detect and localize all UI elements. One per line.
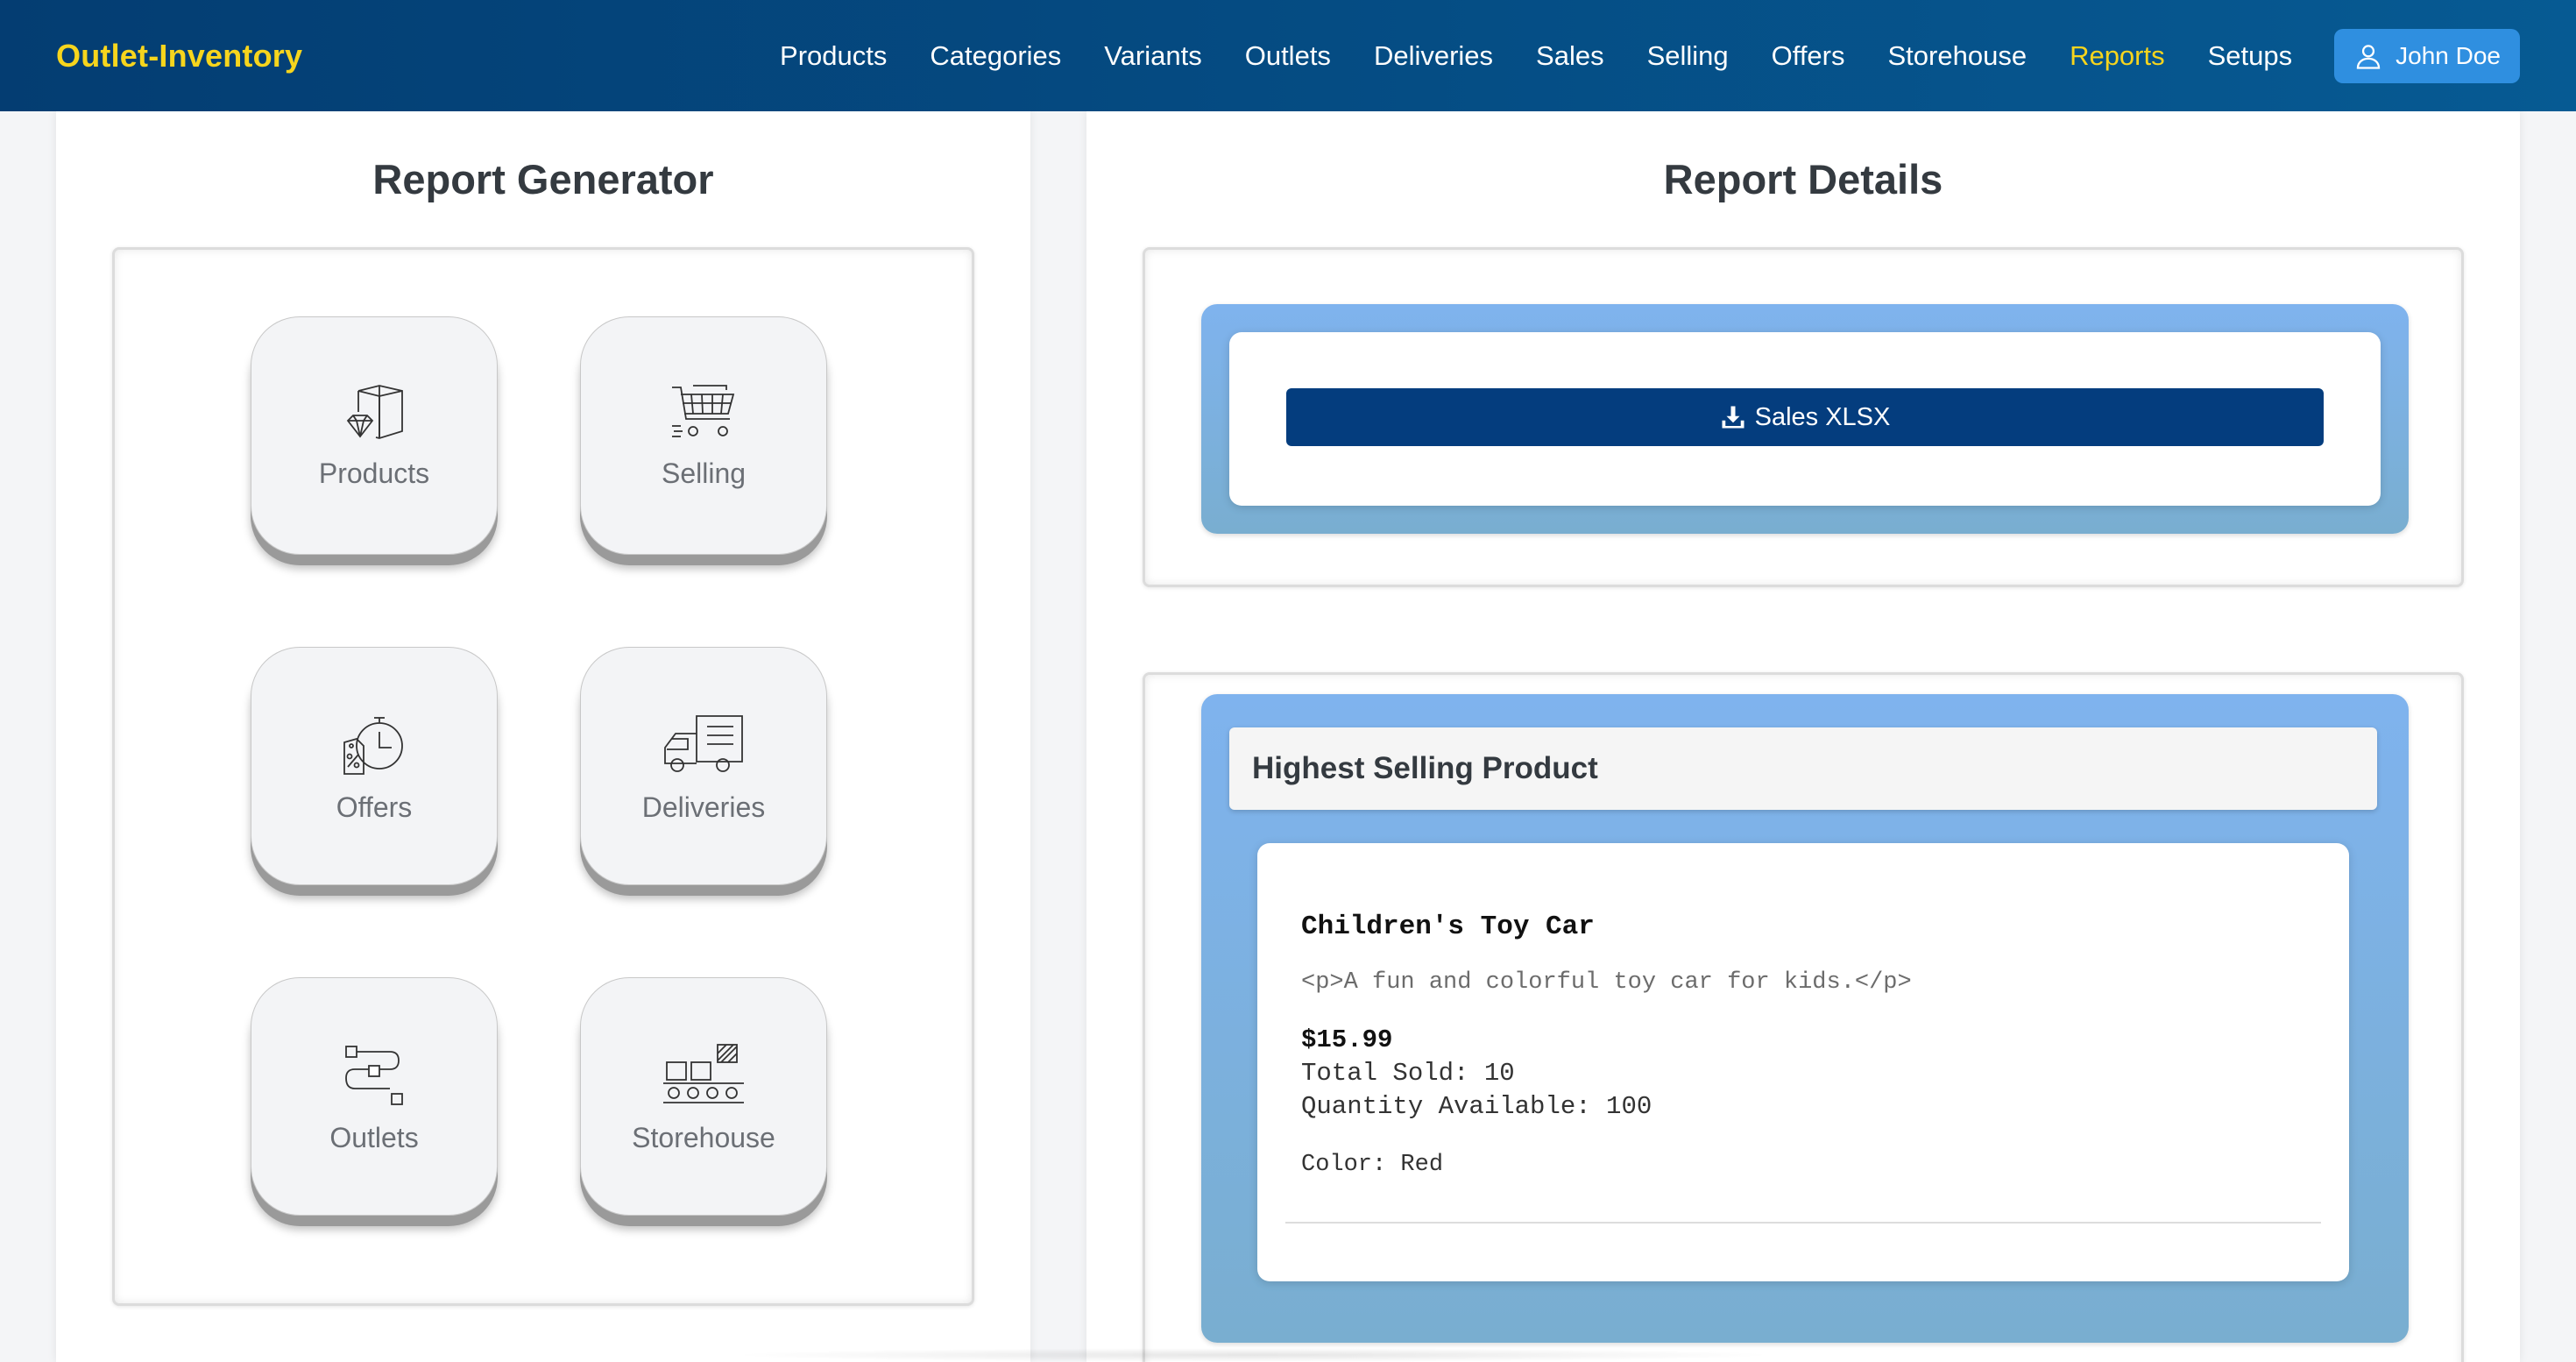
user-menu-button[interactable]: John Doe xyxy=(2334,28,2520,83)
product-color: Color: Red xyxy=(1301,1152,1444,1178)
tile-offers[interactable]: Offers xyxy=(251,647,498,885)
report-generator-panel: Report Generator Products Selling Offers… xyxy=(56,111,1030,1362)
conveyor-icon xyxy=(663,1044,744,1103)
nav-outlets[interactable]: Outlets xyxy=(1245,40,1331,72)
nav-products[interactable]: Products xyxy=(780,40,887,72)
scroll-shadow xyxy=(727,1348,1779,1362)
tile-products[interactable]: Products xyxy=(251,316,498,555)
product-description: <p>A fun and colorful toy car for kids.<… xyxy=(1301,969,1912,996)
brand-logo[interactable]: Outlet-Inventory xyxy=(56,38,302,74)
product-quantity-available: Quantity Available: 100 xyxy=(1301,1092,1652,1121)
tile-deliveries[interactable]: Deliveries xyxy=(580,647,827,885)
tile-products-label: Products xyxy=(318,458,430,489)
nav-storehouse[interactable]: Storehouse xyxy=(1888,40,2028,72)
nav-deliveries[interactable]: Deliveries xyxy=(1374,40,1493,72)
tile-outlets-label: Outlets xyxy=(329,1122,419,1153)
nav-setups[interactable]: Setups xyxy=(2208,40,2293,72)
tile-offers-label: Offers xyxy=(336,791,413,823)
nav-categories[interactable]: Categories xyxy=(930,40,1061,72)
user-name: John Doe xyxy=(2396,41,2501,69)
report-details-title: Report Details xyxy=(1663,156,1943,202)
offer-timer-icon xyxy=(343,717,403,775)
user-icon xyxy=(2356,44,2381,69)
tile-storehouse-label: Storehouse xyxy=(632,1122,775,1153)
nav-reports[interactable]: Reports xyxy=(2070,40,2165,72)
tile-deliveries-label: Deliveries xyxy=(641,791,766,823)
sales-xlsx-label: Sales XLSX xyxy=(1754,402,1891,431)
download-icon xyxy=(1722,406,1744,429)
product-card: Children's Toy Car <p>A fun and colorful… xyxy=(1257,843,2349,1281)
sales-xlsx-download-button[interactable]: Sales XLSX xyxy=(1286,388,2324,446)
download-box: Sales XLSX xyxy=(1143,247,2464,587)
highest-selling-title: Highest Selling Product xyxy=(1229,727,2377,810)
download-card-inner: Sales XLSX xyxy=(1229,332,2381,506)
tile-outlets[interactable]: Outlets xyxy=(251,977,498,1216)
product-divider xyxy=(1285,1222,2321,1224)
nav-selling[interactable]: Selling xyxy=(1647,40,1729,72)
product-price: $15.99 xyxy=(1301,1025,1393,1054)
report-generator-box: Products Selling Offers Deliveries Outle… xyxy=(112,247,974,1306)
tile-selling[interactable]: Selling xyxy=(580,316,827,555)
report-generator-title: Report Generator xyxy=(372,156,714,202)
tile-storehouse[interactable]: Storehouse xyxy=(580,977,827,1216)
download-card: Sales XLSX xyxy=(1201,304,2409,534)
nav-offers[interactable]: Offers xyxy=(1772,40,1845,72)
product-name: Children's Toy Car xyxy=(1301,912,1595,942)
navbar: Outlet-Inventory Products Categories Var… xyxy=(0,0,2576,111)
nav-variants[interactable]: Variants xyxy=(1104,40,1201,72)
product-total-sold: Total Sold: 10 xyxy=(1301,1059,1515,1088)
report-details-panel: Report Details Sales XLSX Highest Sellin… xyxy=(1086,111,2520,1362)
product-box-icon xyxy=(346,385,403,439)
tile-selling-label: Selling xyxy=(661,458,747,489)
highest-selling-card: Highest Selling Product Children's Toy C… xyxy=(1201,694,2409,1343)
highest-selling-box: Highest Selling Product Children's Toy C… xyxy=(1143,672,2464,1362)
nav-sales[interactable]: Sales xyxy=(1536,40,1604,72)
shopping-cart-icon xyxy=(672,385,735,437)
nav-links: Products Categories Variants Outlets Del… xyxy=(737,40,2292,72)
route-icon xyxy=(345,1046,403,1105)
delivery-truck-icon xyxy=(664,715,743,772)
